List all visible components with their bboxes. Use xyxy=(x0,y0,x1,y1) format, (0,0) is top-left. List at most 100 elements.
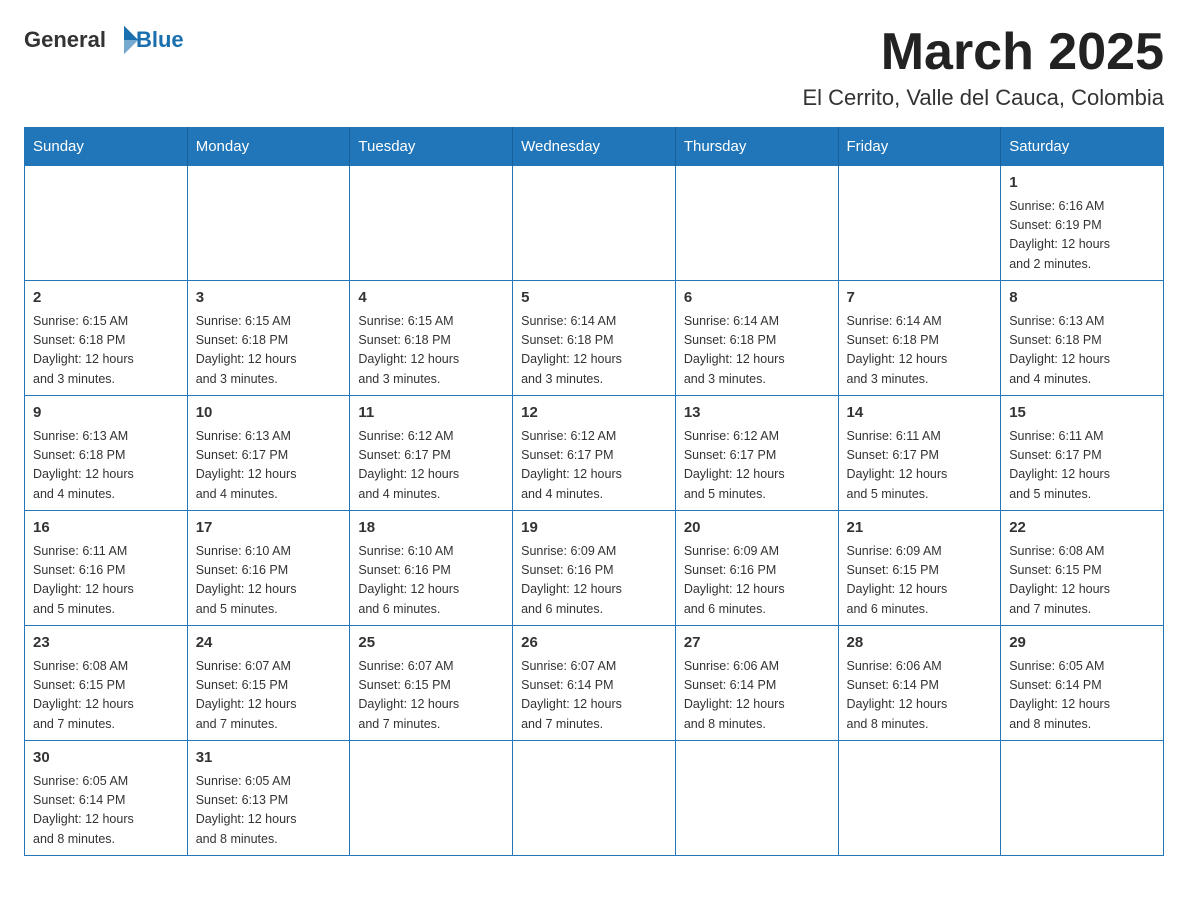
day-info: Sunrise: 6:13 AMSunset: 6:18 PMDaylight:… xyxy=(33,427,179,505)
calendar-day-2: 2Sunrise: 6:15 AMSunset: 6:18 PMDaylight… xyxy=(25,281,188,396)
day-number: 26 xyxy=(521,632,667,655)
empty-cell xyxy=(1001,741,1164,856)
day-info: Sunrise: 6:09 AMSunset: 6:16 PMDaylight:… xyxy=(521,542,667,620)
calendar-day-27: 27Sunrise: 6:06 AMSunset: 6:14 PMDayligh… xyxy=(675,626,838,741)
day-number: 20 xyxy=(684,517,830,540)
title-block: March 2025 El Cerrito, Valle del Cauca, … xyxy=(802,24,1164,111)
calendar-day-8: 8Sunrise: 6:13 AMSunset: 6:18 PMDaylight… xyxy=(1001,281,1164,396)
day-info: Sunrise: 6:15 AMSunset: 6:18 PMDaylight:… xyxy=(196,312,342,390)
calendar-week-row: 1Sunrise: 6:16 AMSunset: 6:19 PMDaylight… xyxy=(25,166,1164,281)
calendar-day-22: 22Sunrise: 6:08 AMSunset: 6:15 PMDayligh… xyxy=(1001,511,1164,626)
day-info: Sunrise: 6:11 AMSunset: 6:17 PMDaylight:… xyxy=(1009,427,1155,505)
day-info: Sunrise: 6:15 AMSunset: 6:18 PMDaylight:… xyxy=(358,312,504,390)
day-number: 28 xyxy=(847,632,993,655)
month-title: March 2025 xyxy=(802,24,1164,81)
empty-cell xyxy=(675,741,838,856)
day-info: Sunrise: 6:10 AMSunset: 6:16 PMDaylight:… xyxy=(358,542,504,620)
calendar-day-24: 24Sunrise: 6:07 AMSunset: 6:15 PMDayligh… xyxy=(187,626,350,741)
calendar-day-31: 31Sunrise: 6:05 AMSunset: 6:13 PMDayligh… xyxy=(187,741,350,856)
weekday-header-wednesday: Wednesday xyxy=(513,128,676,166)
day-info: Sunrise: 6:07 AMSunset: 6:15 PMDaylight:… xyxy=(196,657,342,735)
day-number: 1 xyxy=(1009,172,1155,195)
day-number: 21 xyxy=(847,517,993,540)
day-number: 8 xyxy=(1009,287,1155,310)
calendar-day-1: 1Sunrise: 6:16 AMSunset: 6:19 PMDaylight… xyxy=(1001,166,1164,281)
page-header: General Blue March 2025 El Cerrito, Vall… xyxy=(24,24,1164,111)
calendar-day-20: 20Sunrise: 6:09 AMSunset: 6:16 PMDayligh… xyxy=(675,511,838,626)
day-number: 30 xyxy=(33,747,179,770)
day-number: 25 xyxy=(358,632,504,655)
day-info: Sunrise: 6:05 AMSunset: 6:13 PMDaylight:… xyxy=(196,772,342,850)
calendar-day-17: 17Sunrise: 6:10 AMSunset: 6:16 PMDayligh… xyxy=(187,511,350,626)
day-info: Sunrise: 6:05 AMSunset: 6:14 PMDaylight:… xyxy=(33,772,179,850)
empty-cell xyxy=(838,741,1001,856)
day-info: Sunrise: 6:14 AMSunset: 6:18 PMDaylight:… xyxy=(684,312,830,390)
day-info: Sunrise: 6:16 AMSunset: 6:19 PMDaylight:… xyxy=(1009,197,1155,275)
day-number: 17 xyxy=(196,517,342,540)
empty-cell xyxy=(838,166,1001,281)
day-number: 24 xyxy=(196,632,342,655)
weekday-header-friday: Friday xyxy=(838,128,1001,166)
day-info: Sunrise: 6:14 AMSunset: 6:18 PMDaylight:… xyxy=(521,312,667,390)
day-number: 7 xyxy=(847,287,993,310)
day-number: 5 xyxy=(521,287,667,310)
day-number: 31 xyxy=(196,747,342,770)
day-number: 13 xyxy=(684,402,830,425)
logo-blue: Blue xyxy=(136,27,184,53)
calendar-day-18: 18Sunrise: 6:10 AMSunset: 6:16 PMDayligh… xyxy=(350,511,513,626)
day-number: 9 xyxy=(33,402,179,425)
calendar-week-row: 9Sunrise: 6:13 AMSunset: 6:18 PMDaylight… xyxy=(25,396,1164,511)
calendar-week-row: 16Sunrise: 6:11 AMSunset: 6:16 PMDayligh… xyxy=(25,511,1164,626)
logo: General Blue xyxy=(24,24,184,56)
empty-cell xyxy=(350,741,513,856)
day-info: Sunrise: 6:05 AMSunset: 6:14 PMDaylight:… xyxy=(1009,657,1155,735)
calendar-day-30: 30Sunrise: 6:05 AMSunset: 6:14 PMDayligh… xyxy=(25,741,188,856)
day-number: 18 xyxy=(358,517,504,540)
day-info: Sunrise: 6:07 AMSunset: 6:15 PMDaylight:… xyxy=(358,657,504,735)
day-number: 11 xyxy=(358,402,504,425)
day-info: Sunrise: 6:12 AMSunset: 6:17 PMDaylight:… xyxy=(358,427,504,505)
empty-cell xyxy=(25,166,188,281)
location-title: El Cerrito, Valle del Cauca, Colombia xyxy=(802,85,1164,111)
calendar-day-13: 13Sunrise: 6:12 AMSunset: 6:17 PMDayligh… xyxy=(675,396,838,511)
day-number: 12 xyxy=(521,402,667,425)
weekday-header-tuesday: Tuesday xyxy=(350,128,513,166)
day-info: Sunrise: 6:08 AMSunset: 6:15 PMDaylight:… xyxy=(1009,542,1155,620)
day-number: 19 xyxy=(521,517,667,540)
calendar-day-7: 7Sunrise: 6:14 AMSunset: 6:18 PMDaylight… xyxy=(838,281,1001,396)
day-number: 16 xyxy=(33,517,179,540)
empty-cell xyxy=(513,741,676,856)
calendar-week-row: 23Sunrise: 6:08 AMSunset: 6:15 PMDayligh… xyxy=(25,626,1164,741)
calendar-day-6: 6Sunrise: 6:14 AMSunset: 6:18 PMDaylight… xyxy=(675,281,838,396)
calendar-day-25: 25Sunrise: 6:07 AMSunset: 6:15 PMDayligh… xyxy=(350,626,513,741)
day-info: Sunrise: 6:12 AMSunset: 6:17 PMDaylight:… xyxy=(521,427,667,505)
day-info: Sunrise: 6:09 AMSunset: 6:15 PMDaylight:… xyxy=(847,542,993,620)
calendar-day-28: 28Sunrise: 6:06 AMSunset: 6:14 PMDayligh… xyxy=(838,626,1001,741)
calendar-day-19: 19Sunrise: 6:09 AMSunset: 6:16 PMDayligh… xyxy=(513,511,676,626)
day-info: Sunrise: 6:06 AMSunset: 6:14 PMDaylight:… xyxy=(847,657,993,735)
day-number: 10 xyxy=(196,402,342,425)
day-number: 6 xyxy=(684,287,830,310)
day-number: 29 xyxy=(1009,632,1155,655)
calendar-day-12: 12Sunrise: 6:12 AMSunset: 6:17 PMDayligh… xyxy=(513,396,676,511)
calendar-day-4: 4Sunrise: 6:15 AMSunset: 6:18 PMDaylight… xyxy=(350,281,513,396)
day-number: 23 xyxy=(33,632,179,655)
calendar-day-9: 9Sunrise: 6:13 AMSunset: 6:18 PMDaylight… xyxy=(25,396,188,511)
day-info: Sunrise: 6:08 AMSunset: 6:15 PMDaylight:… xyxy=(33,657,179,735)
day-info: Sunrise: 6:13 AMSunset: 6:18 PMDaylight:… xyxy=(1009,312,1155,390)
day-number: 14 xyxy=(847,402,993,425)
day-info: Sunrise: 6:11 AMSunset: 6:16 PMDaylight:… xyxy=(33,542,179,620)
calendar: SundayMondayTuesdayWednesdayThursdayFrid… xyxy=(24,127,1164,856)
day-info: Sunrise: 6:06 AMSunset: 6:14 PMDaylight:… xyxy=(684,657,830,735)
day-info: Sunrise: 6:12 AMSunset: 6:17 PMDaylight:… xyxy=(684,427,830,505)
weekday-header-row: SundayMondayTuesdayWednesdayThursdayFrid… xyxy=(25,128,1164,166)
weekday-header-saturday: Saturday xyxy=(1001,128,1164,166)
calendar-day-3: 3Sunrise: 6:15 AMSunset: 6:18 PMDaylight… xyxy=(187,281,350,396)
calendar-week-row: 2Sunrise: 6:15 AMSunset: 6:18 PMDaylight… xyxy=(25,281,1164,396)
calendar-day-23: 23Sunrise: 6:08 AMSunset: 6:15 PMDayligh… xyxy=(25,626,188,741)
weekday-header-thursday: Thursday xyxy=(675,128,838,166)
day-info: Sunrise: 6:14 AMSunset: 6:18 PMDaylight:… xyxy=(847,312,993,390)
day-info: Sunrise: 6:07 AMSunset: 6:14 PMDaylight:… xyxy=(521,657,667,735)
empty-cell xyxy=(187,166,350,281)
day-info: Sunrise: 6:13 AMSunset: 6:17 PMDaylight:… xyxy=(196,427,342,505)
